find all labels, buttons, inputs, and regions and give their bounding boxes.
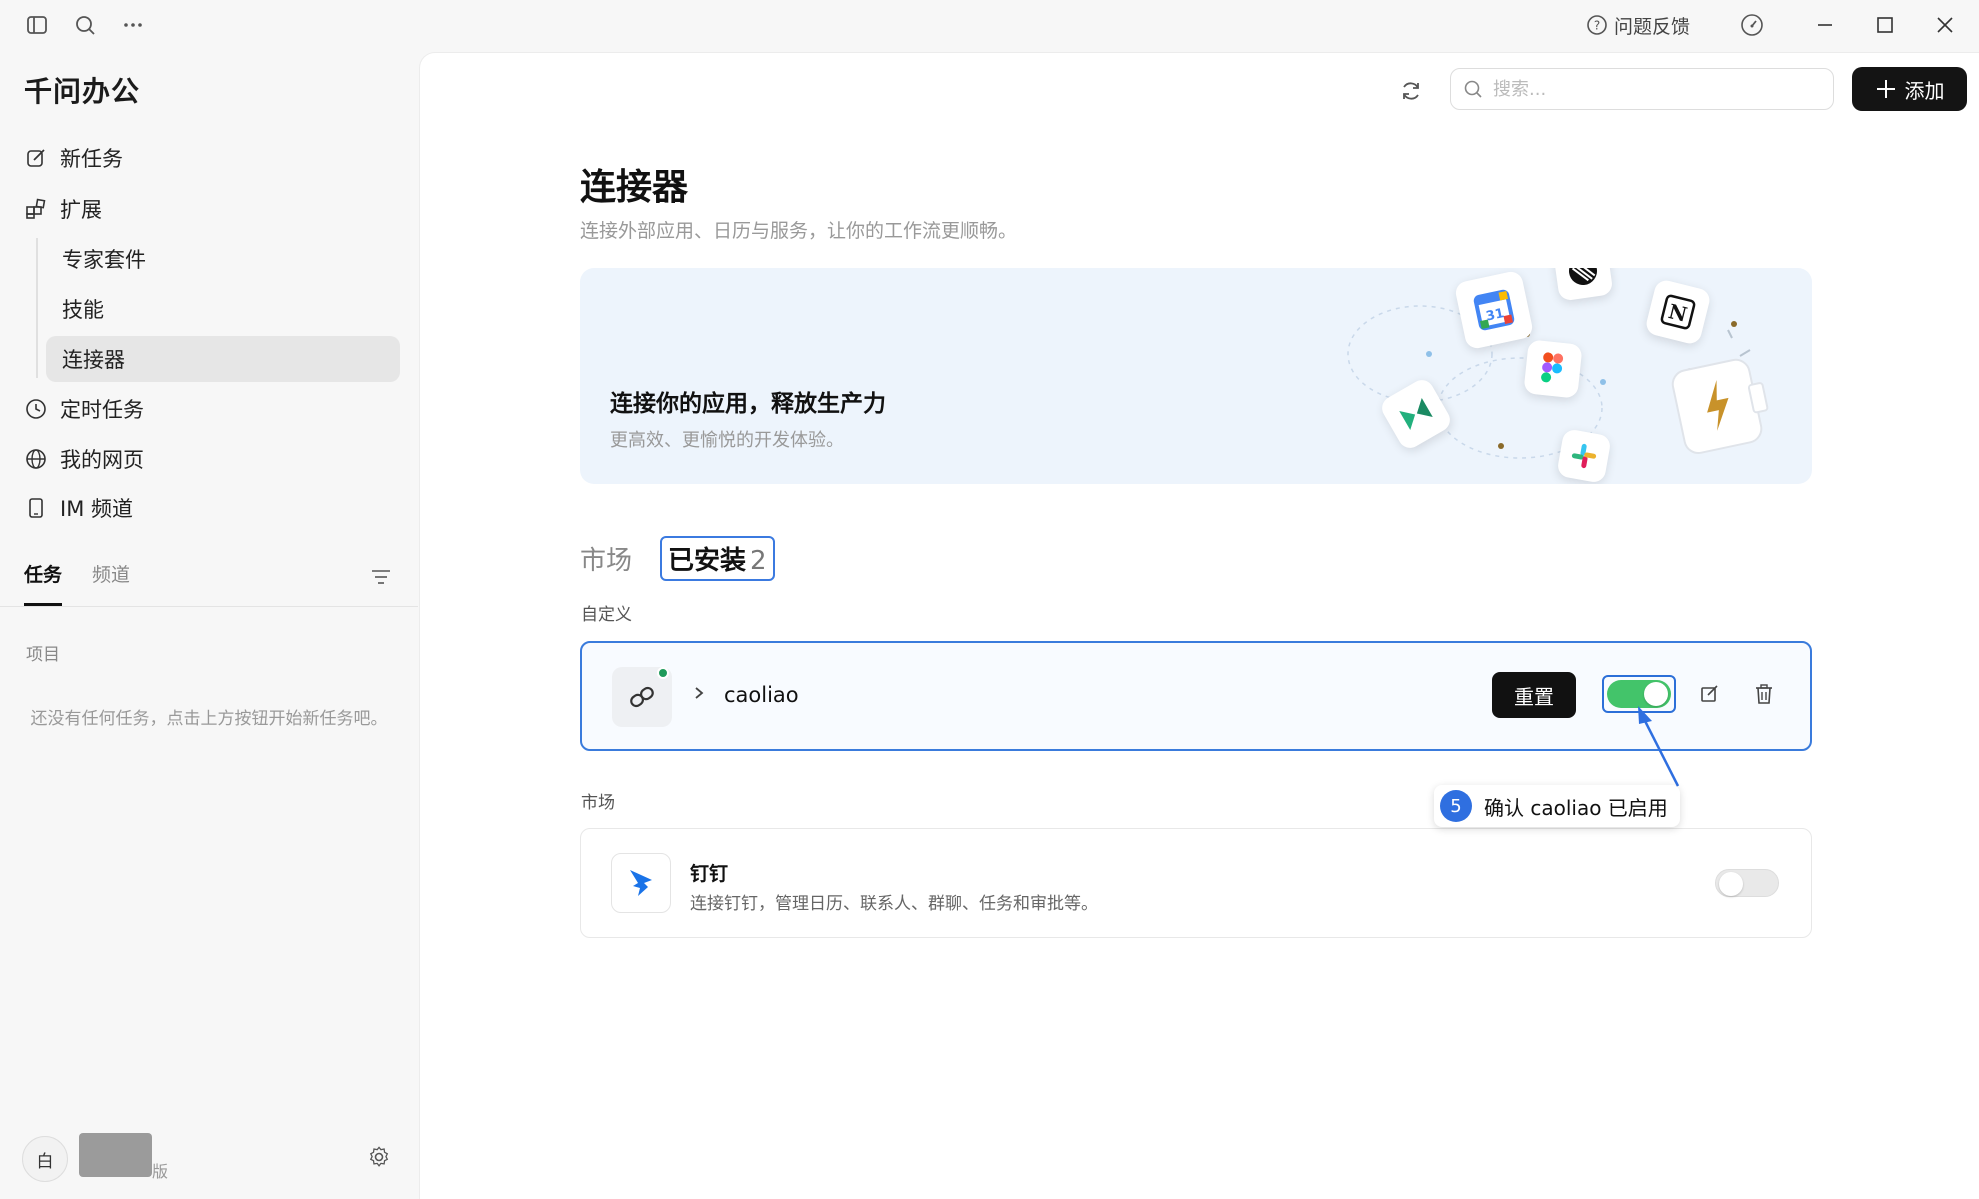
toggle-highlight (1602, 675, 1676, 713)
add-button[interactable]: 添加 (1852, 67, 1967, 111)
step-callout: 5 确认 caoliao 已启用 (1434, 785, 1680, 827)
divider (0, 606, 418, 607)
feedback-button[interactable]: ? 问题反馈 (1586, 12, 1690, 38)
sidebar-item-label: 连接器 (62, 348, 125, 372)
step-badge: 5 (1440, 790, 1472, 822)
search-icon (1464, 80, 1482, 98)
google-calendar-icon: 31 (1453, 269, 1535, 351)
sidebar-item-extensions[interactable]: 扩展 (24, 189, 102, 229)
toggle-knob (1644, 682, 1668, 706)
filter-icon[interactable] (368, 564, 394, 590)
connector-name: 钉钉 (690, 863, 729, 885)
connector-tabs: 市场 已安装 2 (580, 536, 775, 581)
tab-tasks[interactable]: 任务 (24, 560, 63, 606)
sidebar-item-connectors[interactable]: 连接器 (46, 336, 400, 382)
sidebar-item-scheduled[interactable]: 定时任务 (24, 389, 144, 429)
expand-chevron-icon[interactable] (692, 683, 706, 707)
minimize-icon (1818, 24, 1832, 26)
close-icon (1937, 17, 1953, 33)
sidebar-item-label: IM 频道 (60, 497, 133, 521)
maximize-button[interactable] (1868, 10, 1902, 40)
avatar[interactable]: 白 (22, 1136, 68, 1182)
plus-icon (1876, 80, 1895, 98)
feedback-label: 问题反馈 (1614, 15, 1691, 38)
connector-name: caoliao (724, 683, 799, 707)
sidebar-item-im-channel[interactable]: IM 频道 (24, 488, 133, 528)
sidebar-item-my-pages[interactable]: 我的网页 (24, 439, 144, 479)
section-label-custom: 自定义 (581, 605, 632, 625)
sidebar-toggle-icon[interactable] (24, 12, 50, 38)
sidebar-item-expert-suite[interactable]: 专家套件 (46, 236, 400, 282)
empty-state-text: 还没有任何任务，点击上方按钮开始新任务吧。 (30, 709, 388, 729)
more-icon[interactable] (120, 12, 146, 38)
reset-button[interactable]: 重置 (1492, 672, 1576, 718)
app-title: 千问办公 (24, 75, 141, 108)
toggle-knob (1719, 872, 1743, 896)
close-button[interactable] (1928, 10, 1962, 40)
search-field[interactable] (1450, 68, 1834, 110)
title-bar: ? 问题反馈 (0, 0, 1979, 52)
refresh-button[interactable] (1394, 74, 1428, 108)
tab-installed[interactable]: 已安装 2 (660, 536, 775, 581)
installed-count: 2 (750, 546, 767, 576)
tree-line (36, 238, 38, 378)
trash-icon[interactable] (1753, 683, 1775, 709)
sidebar-item-label: 扩展 (60, 198, 102, 222)
sidebar-item-skills[interactable]: 技能 (46, 286, 400, 332)
extensions-icon (24, 197, 48, 221)
sidebar-item-label: 专家套件 (62, 248, 146, 272)
refresh-icon (1403, 82, 1419, 100)
sidebar-item-label: 定时任务 (60, 398, 144, 422)
clock-icon (24, 397, 48, 421)
status-dot (657, 667, 669, 679)
promo-banner: 连接你的应用，释放生产力 更高效、更愉悦的开发体验。 31 N (580, 268, 1812, 484)
sidebar-item-label: 技能 (62, 298, 104, 322)
project-label: 项目 (26, 645, 60, 665)
settings-gear-icon[interactable] (364, 1142, 394, 1172)
enable-toggle[interactable] (1715, 869, 1779, 897)
connector-card-dingtalk[interactable]: 钉钉 连接钉钉，管理日历、联系人、群聊、任务和审批等。 (580, 828, 1812, 938)
tab-channels[interactable]: 频道 (92, 560, 130, 606)
figma-icon (1523, 339, 1583, 399)
edit-icon (24, 146, 48, 170)
page-subtitle: 连接外部应用、日历与服务，让你的工作流更顺畅。 (580, 220, 1018, 242)
banner-decoration (1347, 305, 1769, 459)
tab-installed-label: 已安装 (668, 546, 747, 576)
slack-icon (1556, 428, 1612, 484)
sidebar-tabs: 任务 频道 (24, 560, 130, 606)
edit-icon[interactable] (1699, 683, 1721, 709)
sidebar-item-new-task[interactable]: 新任务 (24, 138, 123, 178)
svg-text:?: ? (1594, 19, 1600, 33)
plan-suffix: 版 (152, 1162, 169, 1181)
sidebar-item-label: 我的网页 (60, 448, 144, 472)
toggle-container (1715, 869, 1779, 897)
speedometer-icon[interactable] (1739, 12, 1765, 38)
search-input[interactable] (1493, 78, 1813, 100)
help-icon: ? (1587, 15, 1607, 35)
section-label-market: 市场 (581, 793, 615, 813)
minimize-button[interactable] (1808, 10, 1842, 40)
phone-icon (24, 496, 48, 520)
connector-card-caoliao[interactable]: caoliao 重置 (580, 641, 1812, 751)
add-label: 添加 (1904, 78, 1945, 103)
maximize-icon (1877, 17, 1893, 33)
globe-icon (24, 447, 48, 471)
sidebar-item-label: 新任务 (60, 147, 123, 171)
tab-market[interactable]: 市场 (580, 540, 632, 577)
dingtalk-icon (611, 853, 671, 913)
search-icon[interactable] (72, 12, 98, 38)
plan-redacted-block (79, 1133, 152, 1177)
page-title: 连接器 (580, 167, 689, 208)
callout-text: 确认 caoliao 已启用 (1484, 795, 1668, 820)
enable-toggle[interactable] (1607, 680, 1671, 708)
connector-description: 连接钉钉，管理日历、联系人、群聊、任务和审批等。 (690, 894, 1098, 914)
